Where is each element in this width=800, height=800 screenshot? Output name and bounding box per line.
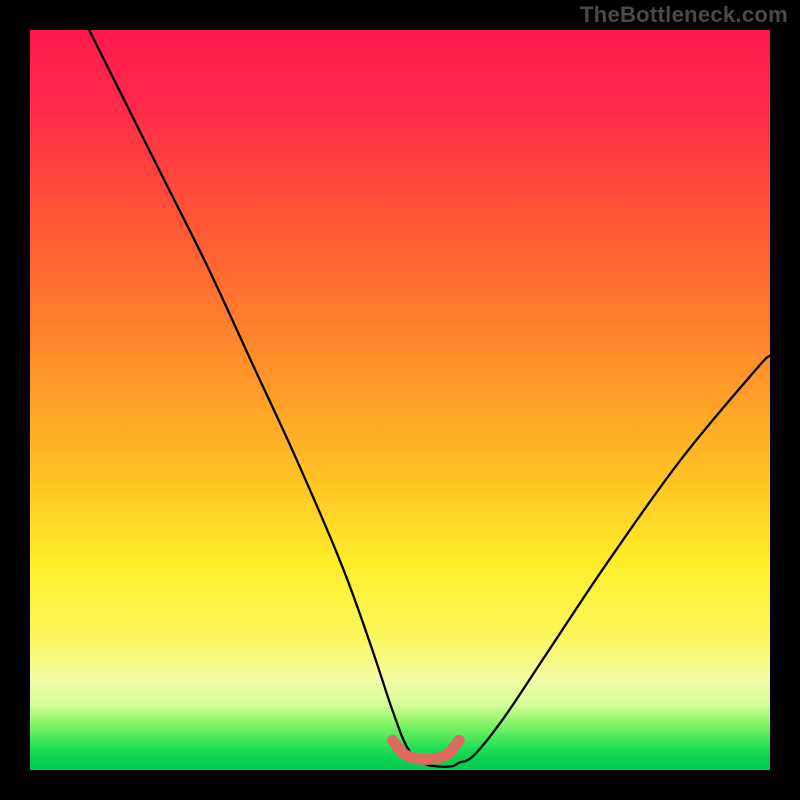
optimal-band-overlay [393, 740, 460, 759]
chart-frame: TheBottleneck.com [0, 0, 800, 800]
curve-layer [30, 30, 770, 770]
bottleneck-curve [89, 30, 770, 767]
watermark-text: TheBottleneck.com [580, 2, 788, 28]
plot-area [30, 30, 770, 770]
